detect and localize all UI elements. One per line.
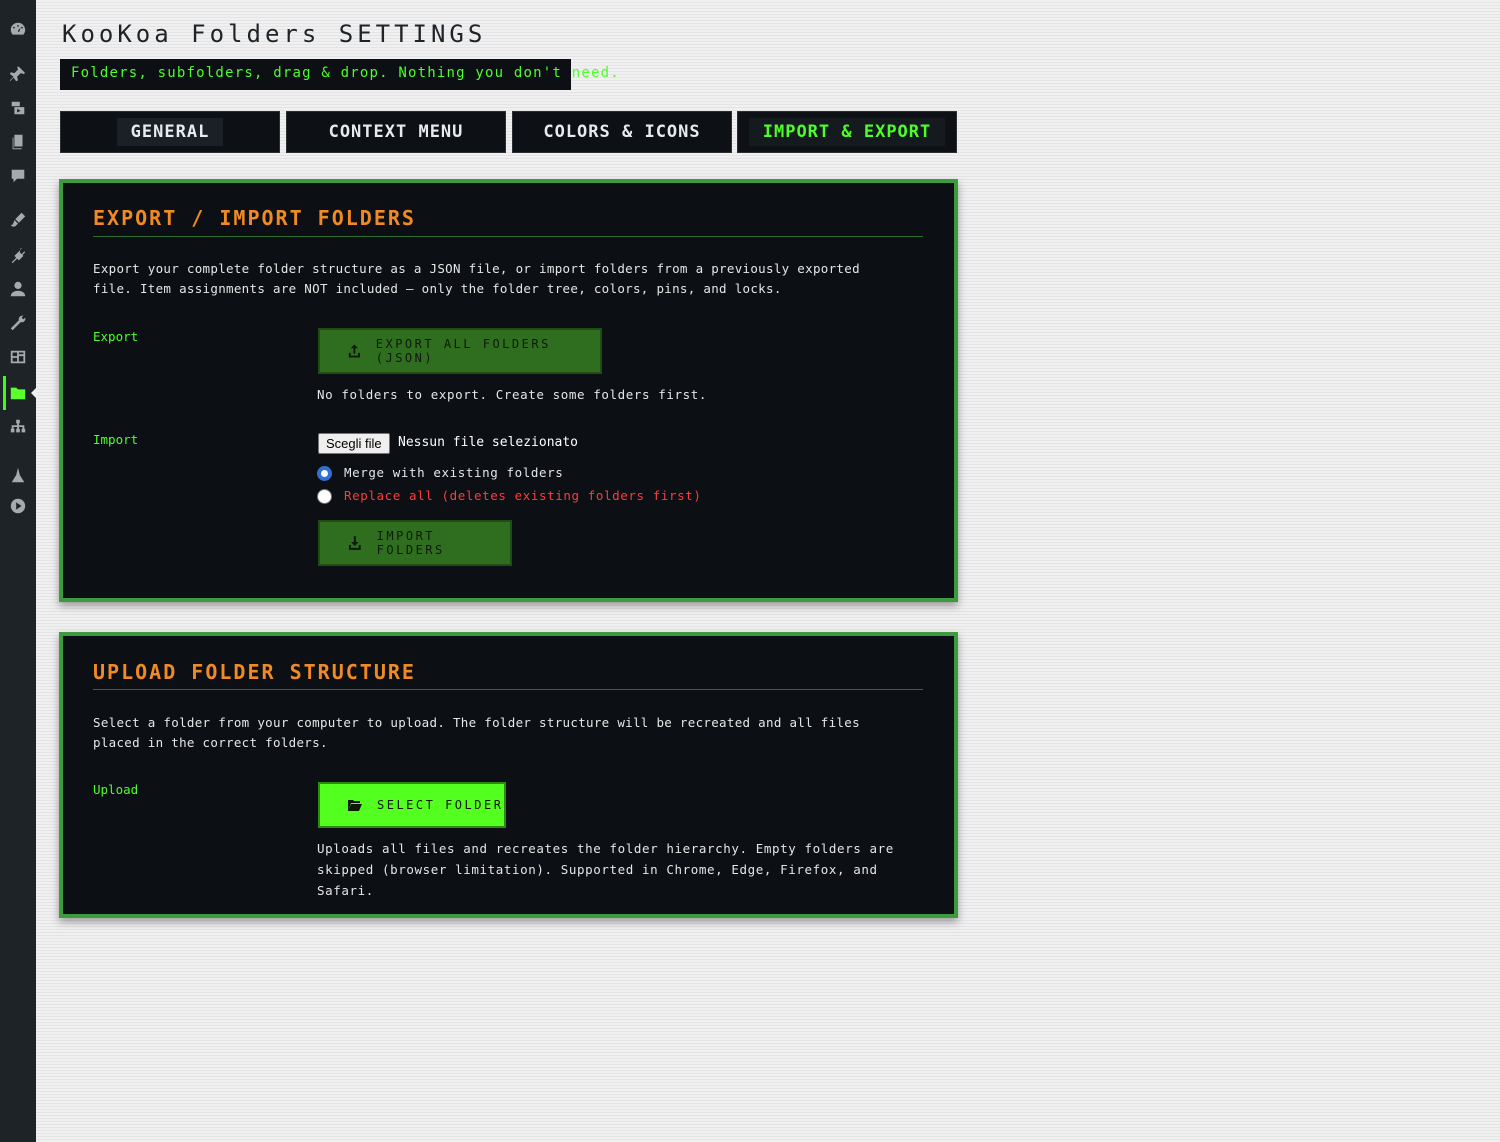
page-title: KooKoa Folders SETTINGS — [62, 20, 487, 48]
pages-icon[interactable] — [0, 127, 36, 157]
admin-sidebar — [0, 0, 37, 1142]
panel-description: Export your complete folder structure as… — [93, 261, 860, 296]
import-label: Import — [93, 432, 139, 447]
panel-title: UPLOAD FOLDER STRUCTURE — [93, 660, 416, 684]
tab-import-export[interactable]: IMPORT & EXPORT — [737, 111, 957, 153]
tab-context-menu-label: CONTEXT MENU — [328, 122, 464, 142]
tab-context-menu[interactable]: CONTEXT MENU — [286, 111, 506, 153]
import-folders-button[interactable]: IMPORT FOLDERS — [318, 520, 512, 566]
upload-panel: UPLOAD FOLDER STRUCTURE Select a folder … — [59, 632, 958, 918]
custom-plugin-icon[interactable] — [0, 460, 36, 490]
export-label: Export — [93, 329, 139, 344]
tools-icon[interactable] — [0, 308, 36, 338]
upload-icon — [348, 344, 360, 358]
tagline: Folders, subfolders, drag & drop. Nothin… — [60, 59, 619, 90]
merge-radio[interactable] — [317, 466, 332, 481]
replace-option-label: Replace all (deletes existing folders fi… — [344, 488, 702, 503]
dashboard-icon[interactable] — [0, 14, 36, 44]
users-icon[interactable] — [0, 274, 36, 304]
select-folder-label: SELECT FOLDER — [377, 798, 504, 812]
divider — [93, 689, 923, 690]
import-button-label: IMPORT FOLDERS — [376, 529, 445, 557]
pin-icon[interactable] — [0, 59, 36, 89]
plugins-icon[interactable] — [0, 240, 36, 270]
export-note: No folders to export. Create some folder… — [317, 387, 708, 402]
download-icon — [348, 536, 361, 550]
select-folder-button[interactable]: SELECT FOLDER — [318, 782, 506, 828]
comments-icon[interactable] — [0, 161, 36, 191]
export-all-folders-button[interactable]: EXPORT ALL FOLDERS (JSON) — [318, 328, 602, 374]
tab-general-label: GENERAL — [116, 118, 224, 146]
media-icon[interactable] — [0, 93, 36, 123]
merge-option-label: Merge with existing folders — [344, 465, 564, 480]
play-icon[interactable] — [0, 491, 36, 521]
sitemap-icon[interactable] — [0, 412, 36, 442]
choose-file-button[interactable]: Scegli file — [318, 433, 390, 454]
replace-radio[interactable] — [317, 489, 332, 504]
folder-open-icon — [348, 800, 362, 811]
settings-icon[interactable] — [0, 342, 36, 372]
export-import-panel: EXPORT / IMPORT FOLDERS Export your comp… — [59, 179, 958, 602]
tab-colors-icons[interactable]: COLORS & ICONS — [512, 111, 732, 153]
upload-label: Upload — [93, 782, 139, 797]
divider — [93, 236, 923, 237]
upload-note: Uploads all files and recreates the fold… — [317, 841, 894, 898]
folder-icon[interactable] — [0, 376, 37, 410]
tab-colors-icons-label: COLORS & ICONS — [543, 122, 701, 142]
active-indicator — [31, 387, 37, 399]
file-status: Nessun file selezionato — [398, 435, 579, 450]
tab-general[interactable]: GENERAL — [60, 111, 280, 153]
panel-description: Select a folder from your computer to up… — [93, 715, 860, 750]
tab-import-export-label: IMPORT & EXPORT — [748, 118, 946, 146]
panel-title: EXPORT / IMPORT FOLDERS — [93, 206, 416, 230]
export-button-label: EXPORT ALL FOLDERS (JSON) — [375, 337, 551, 365]
appearance-icon[interactable] — [0, 205, 36, 235]
